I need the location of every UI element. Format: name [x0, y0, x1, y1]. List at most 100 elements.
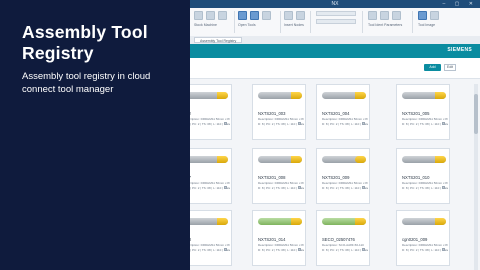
tool-image	[402, 218, 446, 225]
insert-node-icon[interactable]	[296, 11, 305, 20]
tool-name: NXTS201_014	[258, 237, 286, 242]
select-checkbox[interactable]	[224, 122, 227, 125]
tool-card[interactable]: NXTS201_010 Description: DRDHM11 50mm x 8…	[396, 148, 450, 204]
edit-button[interactable]: Edit	[444, 64, 456, 71]
tool-description: Description: DRDHM11 50mm x 8/110_A4	[184, 181, 230, 185]
select-checkbox[interactable]	[442, 186, 445, 189]
select-checkbox[interactable]	[362, 122, 365, 125]
select-checkbox[interactable]	[442, 122, 445, 125]
ribbon-divider	[280, 11, 281, 33]
overlay-panel: Assembly Tool Registry Assembly tool reg…	[0, 0, 190, 270]
tool-tip-shape	[435, 218, 446, 225]
tool-description: Description: DRDHM11 50mm x 8/110_A4	[322, 181, 368, 185]
tool-description: Description: SCO-AA8F-50-110	[322, 243, 364, 247]
filter-dropdown[interactable]	[316, 11, 356, 16]
ribbon-group-2	[238, 11, 271, 20]
window-title: NX	[331, 1, 339, 7]
select-checkbox[interactable]	[442, 248, 445, 251]
open-tools-icon[interactable]	[238, 11, 247, 20]
ribbon-group-5	[418, 11, 439, 20]
tool-description: Description: DRDHM11 50mm x 8/110_A4	[402, 243, 448, 247]
tool-description: Description: DRDHM11 50mm x 8/110_A4	[402, 117, 448, 121]
ribbon-label: Tool Image	[418, 23, 436, 27]
tool-card[interactable]: NXTS201_004 Description: DRDHM11 50mm x 8…	[316, 84, 370, 140]
tab-assembly-tool-registry[interactable]: Assembly Tool Registry	[194, 37, 243, 43]
overlay-title: Assembly Tool Registry	[22, 22, 148, 63]
tool-name: NXTS201_010	[402, 175, 430, 180]
tool-description: Description: DRDHM11 50mm x 8/110_A4	[184, 243, 230, 247]
ribbon-label: Open Tools	[238, 23, 256, 27]
tool-image	[322, 92, 366, 99]
tool-card[interactable]: NXTS201_003 Description: DRDHM11 50mm x 8…	[252, 84, 306, 140]
find-tool-icon[interactable]	[262, 11, 271, 20]
tool-tip-shape	[435, 92, 446, 99]
load-tools-icon[interactable]	[250, 11, 259, 20]
tool-description: Description: DRDHM11 50mm x 8/110_A4	[322, 117, 368, 121]
tool-card[interactable]: NXTS201_008 Description: DRDHM11 50mm x 8…	[252, 148, 306, 204]
tool-tip-shape	[355, 218, 366, 225]
app-header: SIEMENS	[190, 44, 480, 58]
select-checkbox[interactable]	[298, 186, 301, 189]
tool-card[interactable]: NXTS201_014 Description: DRDHM11 50mm x 8…	[252, 210, 306, 266]
tool-image-icon[interactable]	[430, 11, 439, 20]
ribbon-label: Insert Nodes	[284, 23, 304, 27]
ribbon-divider	[412, 11, 413, 33]
tool-image	[258, 218, 302, 225]
ribbon-divider	[234, 11, 235, 33]
tool-image	[258, 156, 302, 163]
ribbon-divider	[310, 11, 311, 33]
tool-card[interactable]: NXTS201_009 Description: DRDHM11 50mm x 8…	[316, 148, 370, 204]
tool-card[interactable]: SECO_02507476 Description: SCO-AA8F-50-11…	[316, 210, 370, 266]
select-checkbox[interactable]	[362, 186, 365, 189]
content-toolbar: Add Edit	[190, 58, 480, 79]
ribbon-group-1	[194, 11, 227, 20]
tool-name: NXTS201_008	[258, 175, 286, 180]
select-checkbox[interactable]	[298, 122, 301, 125]
tool-image-icon[interactable]	[418, 11, 427, 20]
tool-description: Description: DRDHM11 50mm x 8/110_A4	[402, 181, 448, 185]
nx-window: NX – ▢ ✕ Stock Machine Open Tools Insert…	[178, 0, 480, 270]
tool-icon[interactable]	[218, 11, 227, 20]
tool-card[interactable]: cgn0201_009 Description: DRDHM11 50mm x 8…	[396, 210, 450, 266]
brand-logo: SIEMENS	[447, 47, 472, 53]
tool-image	[322, 156, 366, 163]
tool-description: Description: DRDHM11 50mm x 8/110_A4	[258, 117, 304, 121]
tool-image	[322, 218, 366, 225]
tool-name: NXTS201_003	[258, 111, 286, 116]
add-button[interactable]: Add	[424, 64, 441, 71]
stock-machine-icon[interactable]	[194, 11, 203, 20]
tool-card[interactable]: NXTS201_005 Description: DRDHM11 50mm x 8…	[396, 84, 450, 140]
parameters-icon[interactable]	[392, 11, 401, 20]
tool-tip-shape	[291, 92, 302, 99]
parameters-icon[interactable]	[368, 11, 377, 20]
tool-tip-shape	[355, 92, 366, 99]
tool-tip-shape	[217, 92, 228, 99]
filter-dropdown[interactable]	[316, 19, 356, 24]
select-checkbox[interactable]	[362, 248, 365, 251]
window-controls[interactable]: – ▢ ✕	[443, 0, 477, 8]
parameters-icon[interactable]	[380, 11, 389, 20]
tool-icon[interactable]	[206, 11, 215, 20]
scrollbar-thumb[interactable]	[474, 94, 478, 134]
select-checkbox[interactable]	[224, 248, 227, 251]
tool-description: Description: DRDHM11 50mm x 8/110_A4	[184, 117, 230, 121]
scrollbar[interactable]	[474, 84, 478, 270]
tool-name: NXTS201_009	[322, 175, 350, 180]
tool-tip-shape	[217, 218, 228, 225]
tool-image	[184, 156, 228, 163]
tool-name: NXTS201_005	[402, 111, 430, 116]
tool-tip-shape	[291, 156, 302, 163]
select-checkbox[interactable]	[224, 186, 227, 189]
select-checkbox[interactable]	[298, 248, 301, 251]
tool-image	[184, 92, 228, 99]
ribbon-divider	[362, 11, 363, 33]
tool-image	[402, 92, 446, 99]
ribbon: Stock Machine Open Tools Insert Nodes To…	[190, 8, 480, 37]
tool-description: Description: DRDHM11 50mm x 8/110_A4	[258, 243, 304, 247]
insert-node-icon[interactable]	[284, 11, 293, 20]
tool-name: SECO_02507476	[322, 237, 355, 242]
tool-name: NXTS201_004	[322, 111, 350, 116]
tool-tip-shape	[355, 156, 366, 163]
tool-description: Description: DRDHM11 50mm x 8/110_A4	[258, 181, 304, 185]
tool-tip-shape	[217, 156, 228, 163]
